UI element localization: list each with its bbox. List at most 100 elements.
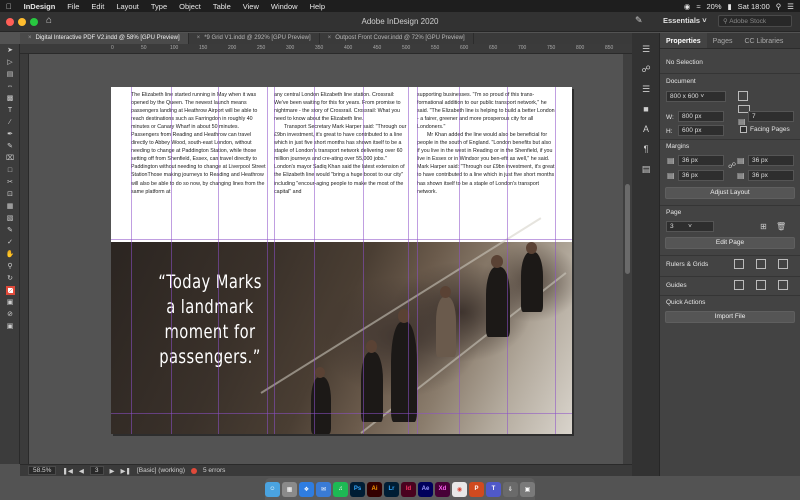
fill-stroke-icon[interactable] — [0, 284, 20, 296]
control-center-icon[interactable]: ☰ — [787, 2, 794, 11]
tab-outpost-cover[interactable]: × Outpost Front Cover.indd @ 72% [GPU Pre… — [320, 33, 474, 44]
menu-table[interactable]: Table — [207, 2, 237, 11]
spotlight-icon[interactable]: ⚲ — [776, 2, 782, 11]
direct-selection-tool-icon[interactable]: ▷ — [0, 56, 20, 68]
page-tool-icon[interactable]: ▤ — [0, 68, 20, 80]
xd-icon[interactable]: Xd — [435, 481, 450, 497]
menu-help[interactable]: Help — [304, 2, 331, 11]
menu-app-name[interactable]: InDesign — [18, 2, 62, 11]
new-page-icon[interactable]: ⊞ — [760, 222, 767, 231]
character-icon[interactable]: A — [632, 119, 660, 139]
document-page[interactable]: The Elizabeth line started running in Ma… — [111, 87, 572, 434]
tab-pages[interactable]: Pages — [707, 33, 739, 48]
battery-percent[interactable]: 20% — [707, 2, 722, 11]
last-page-icon[interactable]: ▶❚ — [121, 467, 131, 475]
tab-cc-libraries[interactable]: CC Libraries — [738, 33, 789, 48]
gap-tool-icon[interactable]: ⇔ — [0, 80, 20, 92]
horizontal-ruler[interactable]: 0 50 100 150 200 250 300 350 400 450 500… — [20, 44, 632, 54]
trash-icon[interactable]: ▣ — [520, 481, 535, 497]
gradient-feather-tool-icon[interactable]: ▧ — [0, 212, 20, 224]
menu-type[interactable]: Type — [145, 2, 173, 11]
prev-page-icon[interactable]: ◀ — [79, 467, 84, 475]
selection-tool-icon[interactable]: ➤ — [0, 44, 20, 56]
tab-properties[interactable]: Properties — [660, 33, 707, 48]
pull-quote[interactable]: “Today Marks a landmark moment for passe… — [146, 270, 275, 370]
page-number-field[interactable]: 3 — [89, 466, 104, 475]
text-frame-column-2[interactable]: any central London Elizabeth line statio… — [274, 91, 408, 196]
formatting-container-icon[interactable]: ▣ — [0, 296, 20, 308]
lightroom-icon[interactable]: Lr — [384, 481, 399, 497]
error-count[interactable]: 5 errors — [203, 467, 225, 474]
import-file-button[interactable]: Import File — [665, 311, 795, 323]
mail-icon[interactable]: ✉ — [316, 481, 331, 497]
free-transform-tool-icon[interactable]: ⊡ — [0, 188, 20, 200]
eyedropper-tool-icon[interactable]: ✓ — [0, 236, 20, 248]
stroke-icon[interactable]: ☰ — [632, 79, 660, 99]
swatches-icon[interactable]: ■ — [632, 99, 660, 119]
close-tab-icon[interactable]: × — [28, 35, 32, 41]
clock[interactable]: Sat 18:00 — [738, 2, 770, 11]
adobe-stock-search[interactable]: ⚲ Adobe Stock — [718, 15, 792, 27]
content-collector-icon[interactable]: ▩ — [0, 92, 20, 104]
next-page-icon[interactable]: ▶ — [110, 467, 115, 475]
page-select[interactable]: 3 ˅ — [666, 221, 714, 232]
apple-icon[interactable]:  — [0, 2, 18, 11]
pen-tool-icon[interactable]: ✒ — [0, 128, 20, 140]
menu-object[interactable]: Object — [173, 2, 207, 11]
photoshop-icon[interactable]: Ps — [350, 481, 365, 497]
apply-none-icon[interactable]: ⊘ — [0, 308, 20, 320]
type-tool-icon[interactable]: T — [0, 104, 20, 116]
zoom-level[interactable]: 58.5% — [28, 466, 57, 475]
smart-guides-icon[interactable] — [778, 280, 788, 290]
text-frame-column-3[interactable]: supporting businesses. "I'm so proud of … — [417, 91, 555, 196]
baseline-grid-icon[interactable] — [756, 259, 766, 269]
finder-icon[interactable]: ☺ — [265, 481, 280, 497]
pages-count-field[interactable]: 7 — [748, 111, 794, 122]
scrollbar-thumb[interactable] — [625, 184, 630, 274]
swap-fill-stroke-icon[interactable]: ↻ — [0, 272, 20, 284]
margin-bottom-field[interactable]: 36 px — [678, 170, 724, 181]
teams-icon[interactable]: T — [486, 481, 501, 497]
margin-left-field[interactable]: 36 px — [748, 155, 794, 166]
safari-icon[interactable]: ❖ — [299, 481, 314, 497]
indesign-icon[interactable]: Id — [401, 481, 416, 497]
menu-file[interactable]: File — [61, 2, 85, 11]
links-icon[interactable]: ☍ — [632, 59, 660, 79]
rectangle-frame-tool-icon[interactable]: ⌧ — [0, 152, 20, 164]
battery-icon[interactable]: ▮ — [728, 2, 732, 11]
text-frame-column-1[interactable]: The Elizabeth line started running in Ma… — [131, 91, 267, 196]
powerpoint-icon[interactable]: P — [469, 481, 484, 497]
pencil-tool-icon[interactable]: ✎ — [0, 140, 20, 152]
layers-icon[interactable]: ☰ — [632, 39, 660, 59]
lock-guides-icon[interactable] — [756, 280, 766, 290]
menu-layout[interactable]: Layout — [110, 2, 145, 11]
downloads-icon[interactable]: ⇩ — [503, 481, 518, 497]
screen-mode-icon[interactable]: ▣ — [0, 320, 20, 332]
tab-digital-interactive[interactable]: × Digital Interactive PDF V2.indd @ 58% [… — [20, 33, 189, 44]
note-tool-icon[interactable]: ✎ — [0, 224, 20, 236]
gradient-tool-icon[interactable]: ▦ — [0, 200, 20, 212]
document-grid-icon[interactable] — [778, 259, 788, 269]
zoom-tool-icon[interactable]: ⚲ — [0, 260, 20, 272]
show-guides-icon[interactable] — [734, 280, 744, 290]
escalator-photo[interactable]: “Today Marks a landmark moment for passe… — [111, 217, 572, 434]
width-field[interactable]: 800 px — [678, 111, 724, 122]
wifi-icon[interactable]: ≈ — [696, 2, 700, 11]
adjust-layout-button[interactable]: Adjust Layout — [665, 187, 795, 199]
menu-window[interactable]: Window — [265, 2, 304, 11]
after-effects-icon[interactable]: Ae — [418, 481, 433, 497]
styles-icon[interactable]: ▤ — [632, 159, 660, 179]
tab-9-grid[interactable]: × *9 Grid V1.indd @ 292% [GPU Preview] — [189, 33, 320, 44]
delete-page-icon[interactable]: 🗑 — [776, 222, 786, 231]
menu-edit[interactable]: Edit — [85, 2, 110, 11]
margin-right-field[interactable]: 36 px — [748, 170, 794, 181]
scissors-tool-icon[interactable]: ✂ — [0, 176, 20, 188]
height-field[interactable]: 600 px — [678, 125, 724, 136]
paragraph-icon[interactable]: ¶ — [632, 139, 660, 159]
line-tool-icon[interactable]: ∕ — [0, 116, 20, 128]
workspace-switcher[interactable]: Essentials ˅ — [663, 16, 707, 25]
link-margins-icon[interactable]: ☍ — [728, 161, 736, 170]
creative-cloud-icon[interactable]: ◉ — [684, 2, 691, 11]
rectangle-tool-icon[interactable]: □ — [0, 164, 20, 176]
spotify-icon[interactable]: ♫ — [333, 481, 348, 497]
